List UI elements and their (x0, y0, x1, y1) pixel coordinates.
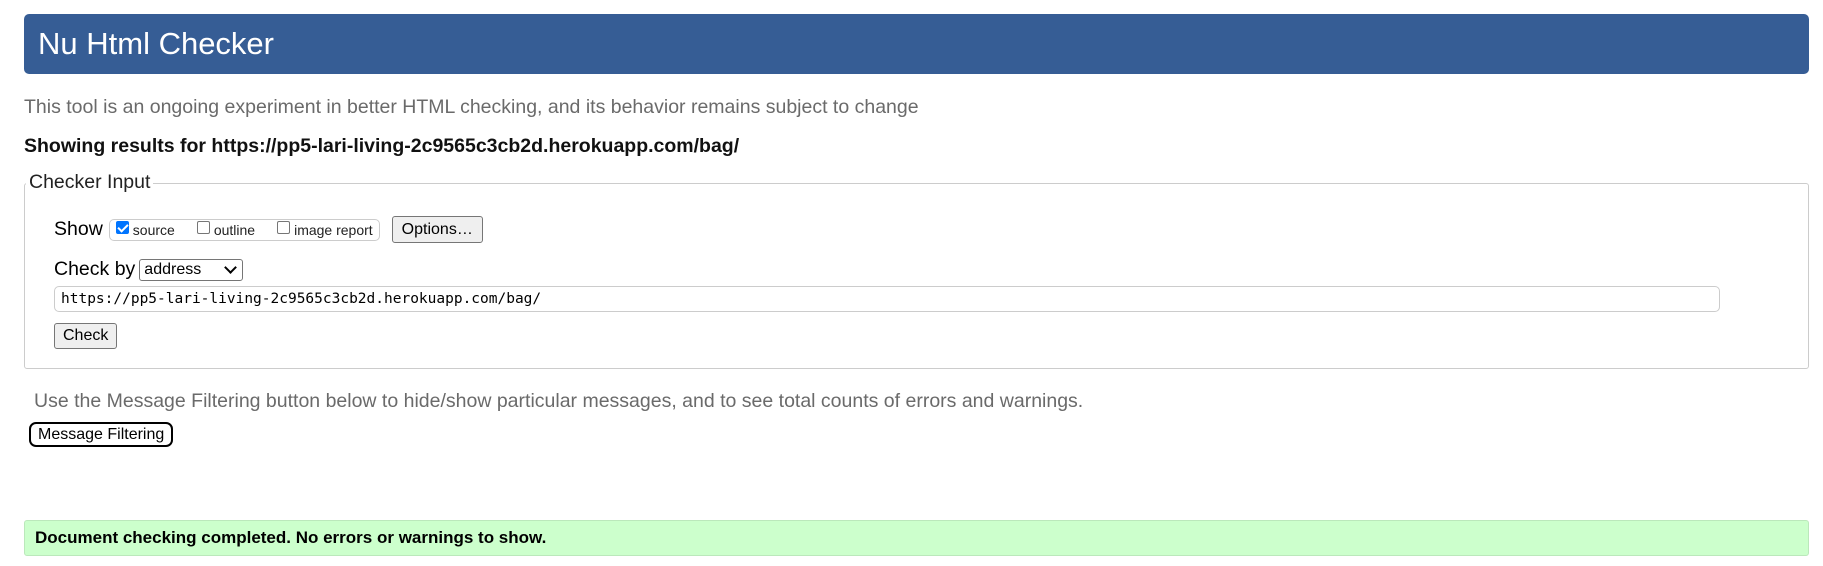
image-report-checkbox[interactable] (277, 221, 291, 234)
options-button[interactable]: Options… (391, 216, 483, 243)
chevron-down-icon (224, 261, 238, 274)
tagline: This tool is an ongoing experiment in be… (24, 96, 919, 118)
checker-input-fieldset (24, 183, 1809, 369)
check-by-select[interactable]: address (139, 258, 244, 281)
show-options-group: source outline image report (108, 218, 380, 241)
option-source[interactable]: source (115, 221, 175, 238)
check-by-selected-value: address (144, 260, 202, 278)
option-outline[interactable]: outline (196, 221, 256, 238)
filtering-instructions: Use the Message Filtering button below t… (34, 390, 1084, 412)
message-filtering-button[interactable]: Message Filtering (29, 422, 174, 447)
show-options-row: Show source outline image report Options… (54, 216, 483, 243)
option-image-report[interactable]: image report (277, 221, 373, 238)
source-checkbox[interactable] (115, 221, 129, 234)
outline-checkbox[interactable] (196, 221, 210, 234)
option-source-label: source (132, 221, 175, 238)
option-image-report-label: image report (294, 221, 373, 238)
page-title: Nu Html Checker (38, 26, 274, 61)
checker-input-legend: Checker Input (26, 171, 154, 194)
header-bar: Nu Html Checker (24, 14, 1809, 74)
results-heading: Showing results for https://pp5-lari-liv… (24, 135, 740, 157)
check-button[interactable]: Check (54, 323, 118, 349)
url-input[interactable]: https://pp5-lari-living-2c9565c3cb2d.her… (54, 286, 1720, 312)
show-label: Show (54, 218, 103, 240)
check-by-row: Check by address (54, 258, 244, 281)
status-message: Document checking completed. No errors o… (24, 520, 1809, 556)
option-outline-label: outline (213, 221, 256, 238)
page: Nu Html Checker This tool is an ongoing … (0, 0, 1823, 566)
check-by-label: Check by (54, 258, 136, 280)
